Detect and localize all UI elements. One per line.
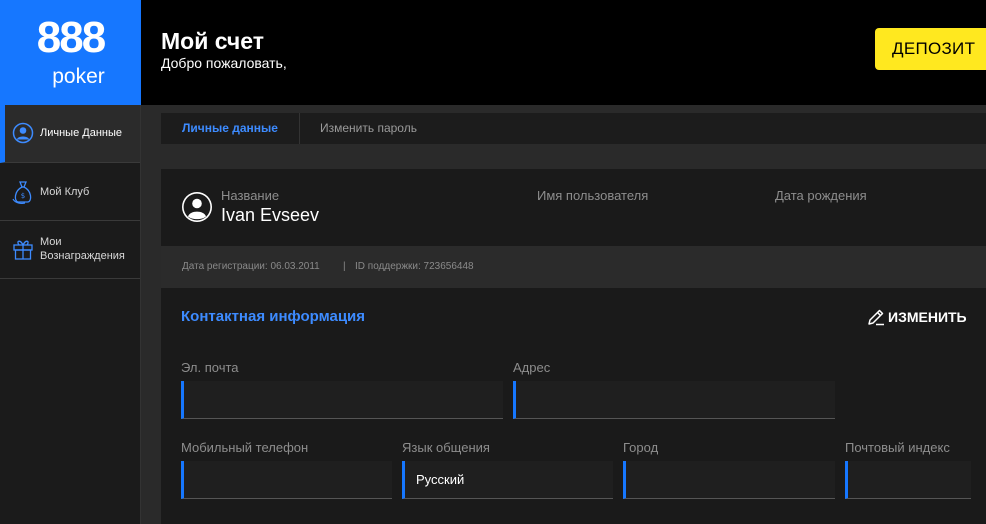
city-label: Город [623,440,659,455]
registration-info: Дата регистрации: 06.03.2011 | ID поддер… [161,246,986,288]
name-label: Название [221,188,280,203]
edit-label: ИЗМЕНИТЬ [888,309,967,325]
sidebar-item-my-club[interactable]: $ Мой Клуб [0,163,140,221]
logo-word: poker [52,65,105,88]
birthdate-label: Дата рождения [775,188,867,203]
sidebar-item-my-rewards[interactable]: Мои Вознаграждения [0,221,140,279]
sidebar-item-personal-data[interactable]: Личные Данные [0,105,140,163]
email-label: Эл. почта [181,360,239,375]
avatar-icon [182,192,212,222]
zip-label: Почтовый индекс [845,440,950,455]
zip-field[interactable] [845,461,971,499]
contact-info-title: Контактная информация [181,308,366,325]
mobile-label: Мобильный телефон [181,440,309,455]
page-header: Мой счет Добро пожаловать, ДЕПОЗИТ [141,0,986,105]
money-bag-icon: $ [12,181,32,204]
tab-personal-data[interactable]: Личные данные [161,113,300,144]
address-field[interactable] [513,381,835,419]
account-tabs: Личные данные Изменить пароль [161,113,986,144]
username-label: Имя пользователя [537,188,649,203]
gift-icon [13,240,33,260]
info-separator: | [343,261,346,272]
profile-card: Название Ivan Evseev Имя пользователя Да… [161,169,986,246]
city-field[interactable] [623,461,835,499]
user-circle-icon [12,122,34,144]
email-field[interactable] [181,381,503,419]
sidebar-item-label: Мой Клуб [40,186,90,198]
sidebar-item-label-line1: Мои [40,236,62,248]
deposit-button[interactable]: ДЕПОЗИТ [875,28,986,70]
pencil-icon [868,309,884,326]
language-label: Язык общения [402,440,490,455]
page-title: Мой счет [161,28,265,54]
sidebar: Личные Данные $ Мой Клуб Мои Вознагражде… [0,105,141,524]
logo-digits: 888 [36,13,106,62]
sidebar-item-label-line2: Вознаграждения [40,250,125,262]
edit-button[interactable]: ИЗМЕНИТЬ [867,308,967,326]
support-id: ID поддержки: 723656448 [355,261,474,272]
sidebar-item-label: Личные Данные [40,127,122,139]
account-page: 888 poker Мой счет Добро пожаловать, ДЕП… [0,0,986,524]
address-label: Адрес [513,360,551,375]
registration-date: Дата регистрации: 06.03.2011 [182,261,320,272]
tab-change-password[interactable]: Изменить пароль [320,113,417,144]
svg-text:$: $ [21,192,25,200]
language-select[interactable]: Русский [402,461,613,499]
name-value: Ivan Evseev [221,205,320,225]
brand-logo[interactable]: 888 poker [0,0,141,105]
mobile-field[interactable] [181,461,392,499]
welcome-text: Добро пожаловать, [161,55,287,71]
contact-info-card: Контактная информация ИЗМЕНИТЬ Эл. почта… [161,288,986,524]
